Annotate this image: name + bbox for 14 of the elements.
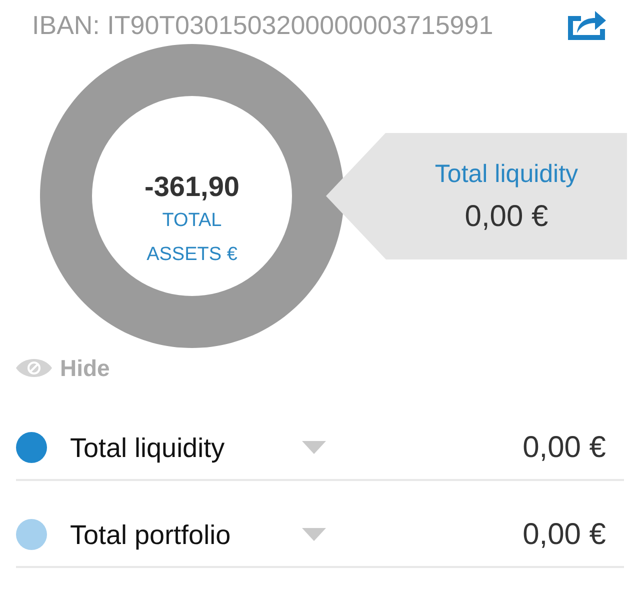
total-assets-label: TOTAL ASSETS € (146, 209, 238, 267)
caret-icon[interactable] (302, 441, 326, 454)
category-name: Total portfolio (70, 518, 232, 552)
hide-button[interactable]: Hide (16, 356, 110, 380)
eye-slash-icon (16, 358, 52, 378)
category-name: Total liquidity (70, 432, 226, 464)
iban-text: IBAN: IT90T0301503200000003715991 (32, 10, 494, 40)
caret-icon[interactable] (302, 528, 326, 541)
category-value: 0,00 € (522, 430, 606, 464)
callout-value: 0,00 € (464, 200, 548, 234)
category-value: 0,00 € (522, 518, 606, 552)
share-icon[interactable] (567, 10, 607, 40)
total-assets-amount: -361,90 (144, 170, 240, 204)
callout-title: Total liquidity (434, 159, 578, 190)
